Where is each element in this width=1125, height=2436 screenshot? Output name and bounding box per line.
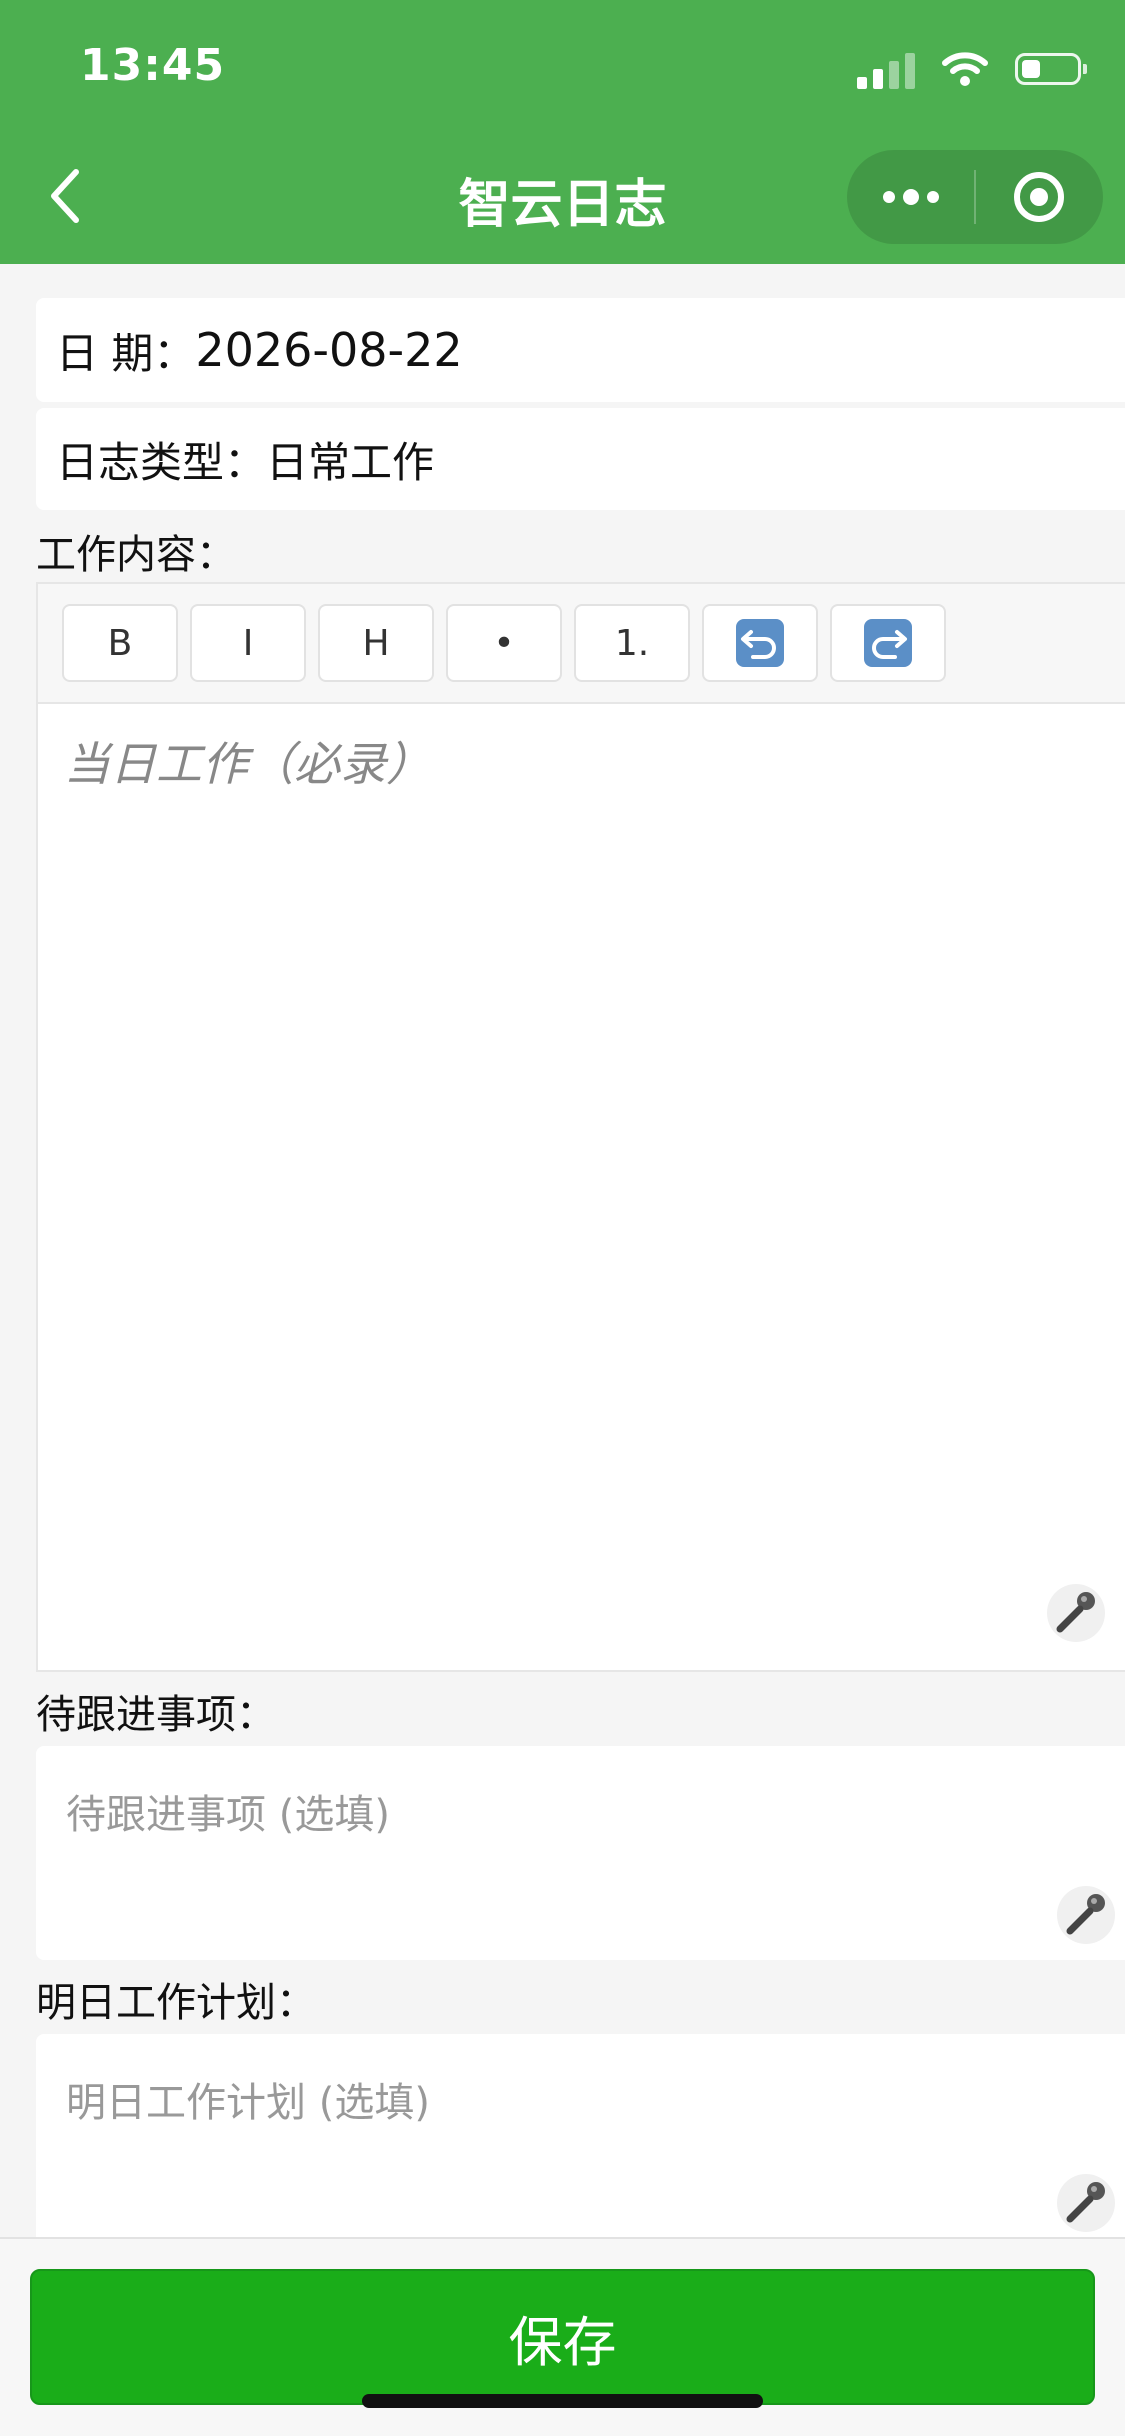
undo-icon	[736, 619, 784, 667]
date-label: 日 期：	[56, 328, 196, 378]
ordered-list-button[interactable]: 1.	[574, 604, 690, 682]
microphone-icon	[1047, 1584, 1105, 1642]
follow-up-voice-button[interactable]	[1055, 1884, 1117, 1946]
more-dots-icon	[882, 189, 939, 205]
work-content-label: 工作内容：	[36, 532, 236, 578]
heading-button[interactable]: H	[318, 604, 434, 682]
app-screen: 13:45 智云日志 日 期： 2026-08-22 日志类型： 日常工作 工作…	[0, 0, 1125, 2436]
save-button[interactable]: 保存	[30, 2269, 1095, 2405]
follow-up-label: 待跟进事项：	[36, 1692, 276, 1738]
tomorrow-plan-voice-button[interactable]	[1055, 2172, 1117, 2234]
target-icon	[1014, 172, 1065, 222]
tomorrow-plan-textarea[interactable]: 明日工作计划 (选填)	[36, 2034, 1125, 2248]
cellular-signal-icon	[857, 49, 915, 89]
close-program-button[interactable]	[976, 150, 1103, 244]
mini-program-capsule	[847, 150, 1103, 244]
editor-toolbar: B I H • 1.	[38, 584, 1125, 704]
italic-button[interactable]: I	[190, 604, 306, 682]
redo-button[interactable]	[830, 604, 946, 682]
tomorrow-plan-label: 明日工作计划：	[36, 1980, 316, 2026]
undo-button[interactable]	[702, 604, 818, 682]
microphone-icon	[1057, 2174, 1115, 2232]
tomorrow-plan-placeholder: 明日工作计划 (选填)	[66, 2080, 430, 2126]
battery-icon	[1015, 53, 1087, 85]
log-type-value: 日常工作	[266, 437, 435, 487]
status-icons	[857, 44, 1087, 94]
microphone-icon	[1057, 1886, 1115, 1944]
date-field[interactable]: 日 期： 2026-08-22	[36, 298, 1125, 402]
bullet-list-button[interactable]: •	[446, 604, 562, 682]
log-type-field[interactable]: 日志类型： 日常工作	[36, 408, 1125, 510]
voice-input-button[interactable]	[1045, 1582, 1107, 1644]
work-content-editor[interactable]: B I H • 1. 当日工作（必录）	[36, 582, 1125, 1672]
header-bar: 13:45 智云日志	[0, 0, 1125, 264]
more-button[interactable]	[847, 150, 974, 244]
redo-icon	[864, 619, 912, 667]
log-type-label: 日志类型：	[56, 437, 267, 487]
follow-up-placeholder: 待跟进事项 (选填)	[66, 1792, 390, 1838]
follow-up-textarea[interactable]: 待跟进事项 (选填)	[36, 1746, 1125, 1960]
date-value: 2026-08-22	[195, 323, 463, 377]
wifi-icon	[942, 52, 988, 86]
bold-button[interactable]: B	[62, 604, 178, 682]
work-content-placeholder: 当日工作（必录）	[64, 737, 432, 791]
home-indicator	[362, 2394, 763, 2408]
status-time: 13:45	[80, 40, 226, 91]
